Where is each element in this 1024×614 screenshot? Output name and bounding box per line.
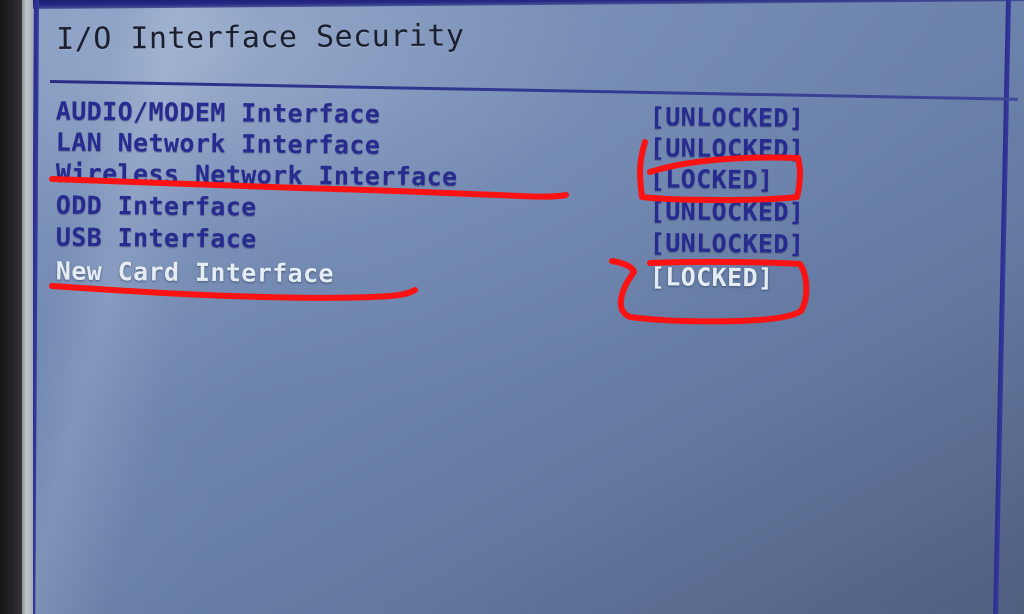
table-row-selected[interactable]: New Card Interface [LOCKED] — [0, 256, 1024, 296]
interface-status[interactable]: [UNLOCKED] — [650, 196, 805, 226]
interface-name: Wireless Network Interface — [55, 158, 458, 192]
interface-status[interactable]: [UNLOCKED] — [650, 102, 805, 132]
interface-name: USB Interface — [55, 222, 257, 254]
interface-status[interactable]: [UNLOCKED] — [650, 133, 805, 163]
bios-content: I/O Interface Security AUDIO/MODEM Inter… — [0, 0, 1024, 614]
bios-setup-photo: I/O Interface Security AUDIO/MODEM Inter… — [0, 0, 1024, 614]
interface-status[interactable]: [LOCKED] — [650, 164, 774, 194]
interface-name: LAN Network Interface — [55, 127, 381, 160]
interface-status[interactable]: [LOCKED] — [650, 262, 774, 292]
monitor-bezel-dark — [0, 0, 24, 614]
interface-name: ODD Interface — [55, 190, 257, 222]
page-title: I/O Interface Security — [56, 18, 465, 57]
interface-status[interactable]: [UNLOCKED] — [650, 228, 805, 258]
interface-name: AUDIO/MODEM Interface — [55, 96, 381, 129]
interface-name: New Card Interface — [55, 256, 335, 289]
monitor-bezel-light — [22, 0, 33, 614]
